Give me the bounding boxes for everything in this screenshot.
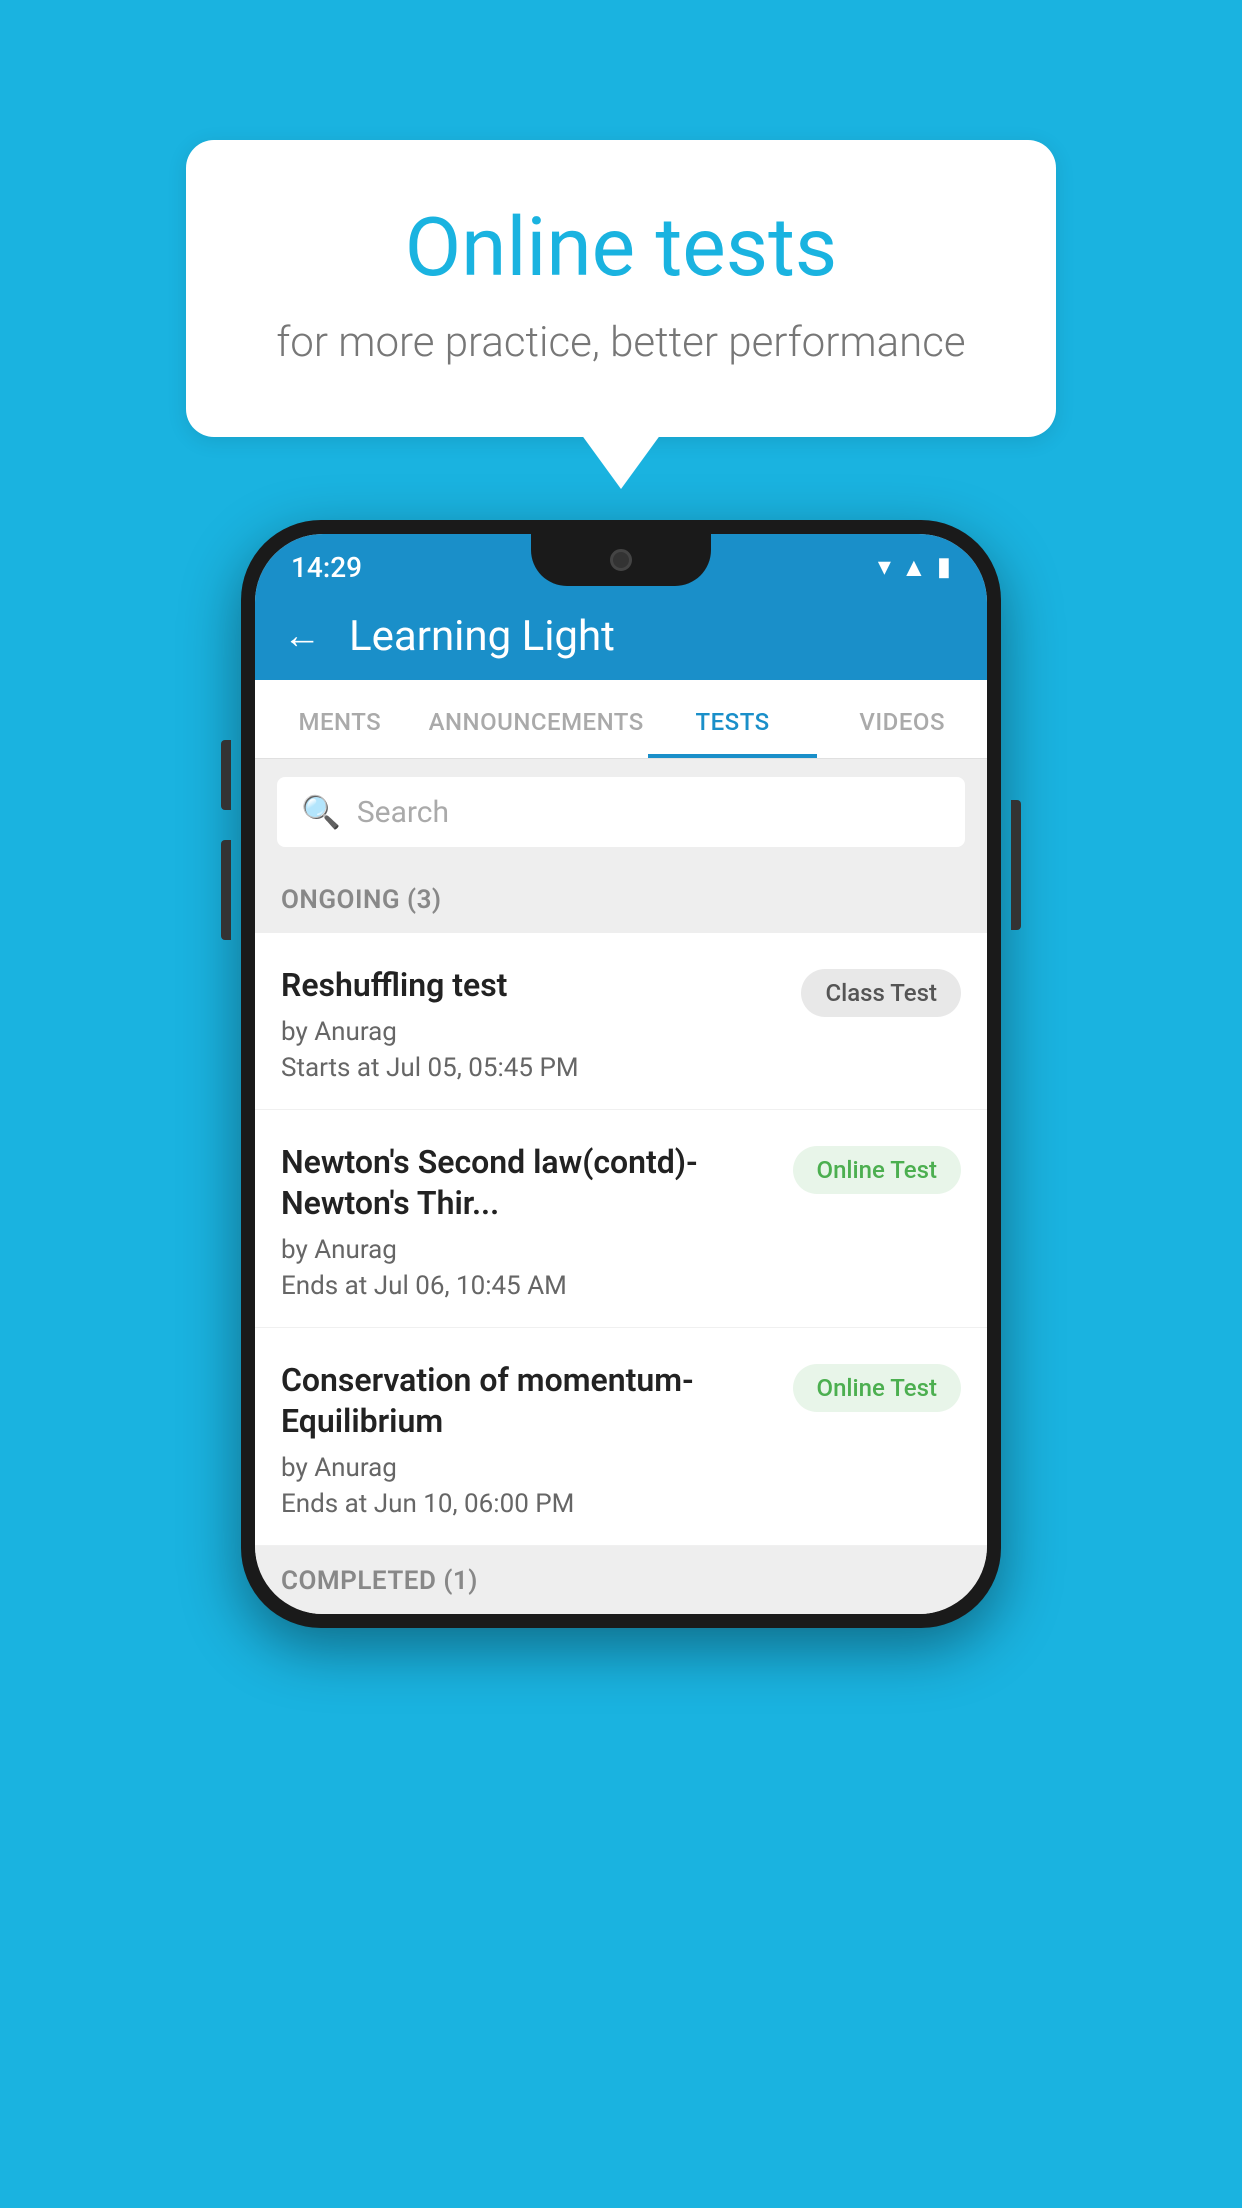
wifi-icon: ▾ xyxy=(878,552,891,582)
ongoing-section-header: ONGOING (3) xyxy=(255,865,987,933)
search-placeholder: Search xyxy=(357,795,449,830)
test-author: by Anurag xyxy=(281,1017,781,1047)
test-title: Reshuffling test xyxy=(281,965,781,1007)
ongoing-label: ONGOING (3) xyxy=(281,885,442,915)
phone-outer: 14:29 ▾ ▲ ▮ ← Learning Light MENTS ANNOU… xyxy=(241,520,1001,1628)
power-button xyxy=(1011,800,1021,930)
time-label: Starts at xyxy=(281,1053,380,1083)
back-button[interactable]: ← xyxy=(283,614,321,658)
class-test-badge: Class Test xyxy=(801,969,961,1017)
app-title: Learning Light xyxy=(349,612,615,661)
phone-wrapper: 14:29 ▾ ▲ ▮ ← Learning Light MENTS ANNOU… xyxy=(241,520,1001,1628)
completed-section-header: COMPLETED (1) xyxy=(255,1546,987,1614)
volume-down-button xyxy=(221,840,231,940)
test-author: by Anurag xyxy=(281,1235,773,1265)
tab-videos[interactable]: VIDEOS xyxy=(817,680,987,758)
completed-label: COMPLETED (1) xyxy=(281,1566,478,1596)
test-item[interactable]: Conservation of momentum-Equilibrium by … xyxy=(255,1328,987,1546)
battery-icon: ▮ xyxy=(937,552,951,582)
time-label: Ends at xyxy=(281,1489,367,1519)
phone-screen: 14:29 ▾ ▲ ▮ ← Learning Light MENTS ANNOU… xyxy=(255,534,987,1614)
time-value: Jun 10, 06:00 PM xyxy=(374,1489,575,1519)
front-camera xyxy=(610,549,632,571)
bubble-title: Online tests xyxy=(266,200,976,296)
online-test-badge: Online Test xyxy=(793,1364,961,1412)
speech-bubble-container: Online tests for more practice, better p… xyxy=(186,140,1056,437)
test-info: Reshuffling test by Anurag Starts at Jul… xyxy=(281,965,801,1083)
test-author: by Anurag xyxy=(281,1453,773,1483)
test-time: Starts at Jul 05, 05:45 PM xyxy=(281,1053,781,1083)
test-info: Conservation of momentum-Equilibrium by … xyxy=(281,1360,793,1519)
signal-icon: ▲ xyxy=(901,552,927,583)
test-list: Reshuffling test by Anurag Starts at Jul… xyxy=(255,933,987,1546)
search-bar[interactable]: 🔍 Search xyxy=(277,777,965,847)
phone-notch xyxy=(531,534,711,586)
status-icons: ▾ ▲ ▮ xyxy=(878,552,951,583)
time-label: Ends at xyxy=(281,1271,367,1301)
test-item[interactable]: Reshuffling test by Anurag Starts at Jul… xyxy=(255,933,987,1110)
time-value: Jul 06, 10:45 AM xyxy=(374,1271,567,1301)
online-test-badge: Online Test xyxy=(793,1146,961,1194)
search-icon: 🔍 xyxy=(301,793,341,831)
speech-bubble: Online tests for more practice, better p… xyxy=(186,140,1056,437)
tab-ments[interactable]: MENTS xyxy=(255,680,425,758)
test-item[interactable]: Newton's Second law(contd)-Newton's Thir… xyxy=(255,1110,987,1328)
volume-up-button xyxy=(221,740,231,810)
test-title: Newton's Second law(contd)-Newton's Thir… xyxy=(281,1142,773,1225)
status-time: 14:29 xyxy=(291,551,362,584)
tab-tests[interactable]: TESTS xyxy=(648,680,818,758)
time-value: Jul 05, 05:45 PM xyxy=(386,1053,579,1083)
test-title: Conservation of momentum-Equilibrium xyxy=(281,1360,773,1443)
test-info: Newton's Second law(contd)-Newton's Thir… xyxy=(281,1142,793,1301)
tab-announcements[interactable]: ANNOUNCEMENTS xyxy=(425,680,648,758)
search-container: 🔍 Search xyxy=(255,759,987,865)
app-bar: ← Learning Light xyxy=(255,592,987,680)
test-time: Ends at Jun 10, 06:00 PM xyxy=(281,1489,773,1519)
tabs-container: MENTS ANNOUNCEMENTS TESTS VIDEOS xyxy=(255,680,987,759)
bubble-subtitle: for more practice, better performance xyxy=(266,318,976,367)
test-time: Ends at Jul 06, 10:45 AM xyxy=(281,1271,773,1301)
